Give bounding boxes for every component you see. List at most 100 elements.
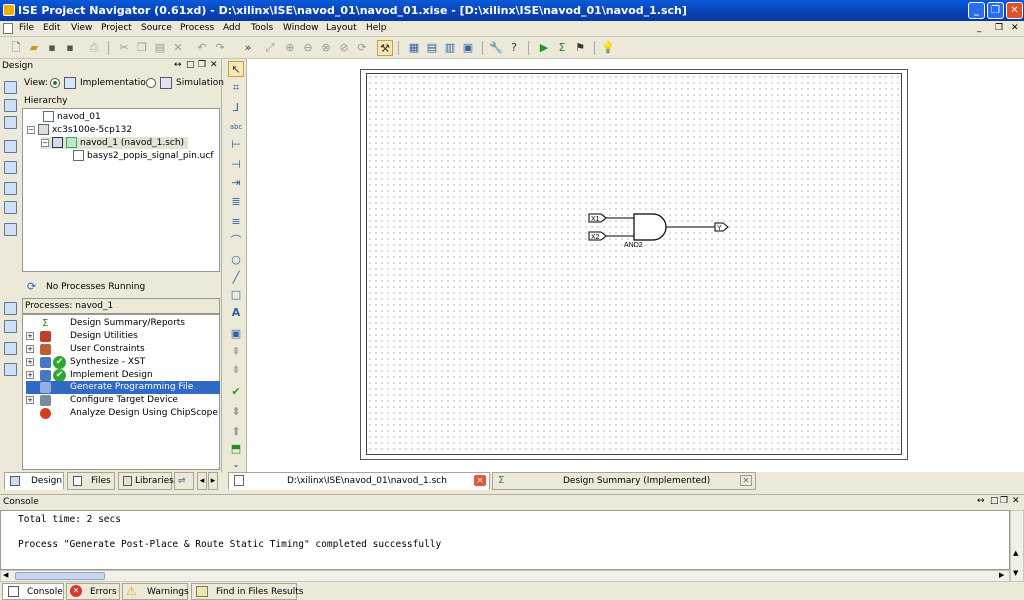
- menu-window[interactable]: Window: [283, 23, 319, 33]
- menu-add[interactable]: Add: [223, 23, 240, 33]
- doc-close-button[interactable]: ✕: [1011, 23, 1019, 33]
- design-view-icon[interactable]: [4, 81, 17, 94]
- panel-maximize-icon[interactable]: ❐: [198, 60, 206, 70]
- implementation-label[interactable]: Implementation: [80, 78, 151, 88]
- undo-icon[interactable]: ↶: [194, 40, 210, 56]
- copy-icon[interactable]: ❐: [134, 40, 150, 56]
- panel-close-icon[interactable]: ✕: [210, 60, 218, 70]
- scroll-right-icon[interactable]: ▶: [999, 571, 1004, 579]
- wire-tool-icon[interactable]: ⅃: [228, 100, 244, 116]
- process-configure-target[interactable]: + Configure Target Device: [26, 394, 220, 407]
- minimize-button[interactable]: _: [968, 2, 985, 19]
- zoom-area-icon[interactable]: ⊘: [336, 40, 352, 56]
- arc-tool-icon[interactable]: ⌒: [228, 233, 244, 249]
- source-properties-icon[interactable]: [4, 161, 17, 174]
- tree-item-schematic[interactable]: − navod_1 (navod_1.sch): [41, 137, 189, 149]
- menu-source[interactable]: Source: [141, 23, 172, 33]
- select-tool-icon[interactable]: ↖: [228, 61, 244, 77]
- expand-icon[interactable]: +: [26, 371, 34, 379]
- notes-icon[interactable]: [4, 201, 17, 214]
- process-properties-icon[interactable]: [4, 302, 17, 315]
- process-user-constraints[interactable]: + User Constraints: [26, 343, 220, 356]
- delete-icon[interactable]: ✕: [170, 40, 186, 56]
- hierarchy-view-icon[interactable]: [4, 140, 17, 153]
- console-close-icon[interactable]: ✕: [1012, 496, 1020, 506]
- reroute-tool-icon[interactable]: ⬒: [228, 441, 244, 457]
- doc-restore-button[interactable]: ❐: [995, 23, 1003, 33]
- check-schematic-icon[interactable]: ✔: [228, 384, 244, 400]
- process-synthesize[interactable]: + ✔ Synthesize - XST: [26, 356, 220, 369]
- process-chipscope[interactable]: Analyze Design Using ChipScope: [26, 407, 220, 420]
- tree-item-project[interactable]: navod_01: [43, 111, 101, 123]
- zoom-out-icon[interactable]: ⊖: [300, 40, 316, 56]
- process-options-icon[interactable]: [4, 320, 17, 333]
- console-float-icon[interactable]: ↔: [977, 496, 985, 506]
- implementation-radio[interactable]: [50, 78, 60, 88]
- help-tool-icon[interactable]: ▣: [228, 326, 244, 342]
- io-marker-tool-icon[interactable]: ⇥: [228, 175, 244, 191]
- tab-warnings[interactable]: ⚠ Warnings: [122, 583, 189, 600]
- process-design-utilities[interactable]: + Design Utilities: [26, 330, 220, 343]
- print-icon[interactable]: ⎙: [86, 40, 102, 56]
- console-output[interactable]: Total time: 2 secs Process "Generate Pos…: [0, 510, 1010, 570]
- paste-icon[interactable]: ▤: [152, 40, 168, 56]
- schematic-grid[interactable]: [366, 73, 902, 455]
- menu-view[interactable]: View: [71, 23, 92, 33]
- process-generate-programming-file[interactable]: Generate Programming File: [26, 381, 220, 394]
- process-panel-icon[interactable]: [4, 363, 17, 376]
- tab-errors[interactable]: ✕ Errors: [66, 583, 120, 600]
- tab-find-in-files[interactable]: Find in Files Results: [191, 583, 303, 600]
- context-help-icon[interactable]: ?: [506, 40, 522, 56]
- tile-horizontal-icon[interactable]: ▤: [424, 40, 440, 56]
- collapse-icon[interactable]: −: [27, 125, 35, 134]
- open-folder-icon[interactable]: ▰: [26, 40, 42, 56]
- collapse-icon[interactable]: −: [41, 138, 49, 147]
- doc-minimize-button[interactable]: _: [977, 23, 982, 33]
- tab-files[interactable]: Files: [67, 472, 115, 490]
- simulation-radio[interactable]: [146, 78, 156, 88]
- text-tool-icon[interactable]: A: [228, 305, 244, 321]
- tree-item-ucf[interactable]: basys2_popis_signal_pin.ucf: [73, 150, 214, 162]
- pop-tool-icon[interactable]: ⇟: [228, 362, 244, 378]
- tile-vertical-icon[interactable]: ▥: [442, 40, 458, 56]
- tab-schematic-file[interactable]: D:\xilinx\ISE\navod_01\navod_1.sch ✕: [228, 472, 490, 490]
- tab-console[interactable]: Console: [2, 583, 64, 600]
- scroll-up-icon[interactable]: ▲: [1013, 549, 1018, 557]
- net-name-tool-icon[interactable]: abc: [228, 119, 244, 135]
- maximize-button[interactable]: ❐: [987, 2, 1004, 19]
- lock-icon[interactable]: [4, 182, 17, 195]
- line-tool-icon[interactable]: ╱: [228, 270, 244, 286]
- circle-tool-icon[interactable]: ○: [228, 252, 244, 268]
- panel-float-icon[interactable]: ↔: [174, 60, 182, 70]
- rerun-icon[interactable]: [4, 342, 17, 355]
- panel-dock-icon[interactable]: □: [186, 60, 195, 70]
- console-dock-icon[interactable]: □: [990, 496, 999, 506]
- doc-icon[interactable]: [3, 23, 13, 34]
- menu-project[interactable]: Project: [101, 23, 132, 33]
- tab-scroll-left[interactable]: ◂: [197, 472, 207, 490]
- expand-icon[interactable]: +: [26, 358, 34, 366]
- lightbulb-icon[interactable]: 💡: [600, 40, 616, 56]
- tab-design-summary[interactable]: Σ Design Summary (Implemented) ✕: [492, 472, 756, 490]
- menu-file[interactable]: File: [19, 23, 34, 33]
- process-design-summary[interactable]: Σ Design Summary/Reports: [26, 317, 220, 330]
- symbol-tool-icon[interactable]: ≣: [228, 194, 244, 210]
- net-tool-icon[interactable]: ⌗: [228, 80, 244, 96]
- new-file-icon[interactable]: 🗋: [8, 40, 24, 56]
- tab-design[interactable]: Design: [4, 472, 64, 490]
- close-button[interactable]: ✕: [1006, 2, 1023, 19]
- menu-help[interactable]: Help: [366, 23, 387, 33]
- and-gate-symbol[interactable]: [633, 213, 667, 241]
- tab-close-icon[interactable]: ✕: [474, 475, 486, 486]
- expand-icon[interactable]: +: [26, 396, 34, 404]
- rectangle-tool-icon[interactable]: □: [228, 287, 244, 303]
- instance-tool-icon[interactable]: ≡: [228, 214, 244, 230]
- scroll-left-icon[interactable]: ◀: [3, 571, 8, 579]
- add-copy-icon[interactable]: [4, 116, 17, 129]
- schematic-tool-icon[interactable]: ⚒: [377, 40, 393, 56]
- refresh-icon[interactable]: ⟳: [354, 40, 370, 56]
- zoom-in-icon[interactable]: ⊕: [282, 40, 298, 56]
- menu-layout[interactable]: Layout: [326, 23, 357, 33]
- menu-process[interactable]: Process: [180, 23, 214, 33]
- tab-more[interactable]: ⇌: [174, 472, 194, 490]
